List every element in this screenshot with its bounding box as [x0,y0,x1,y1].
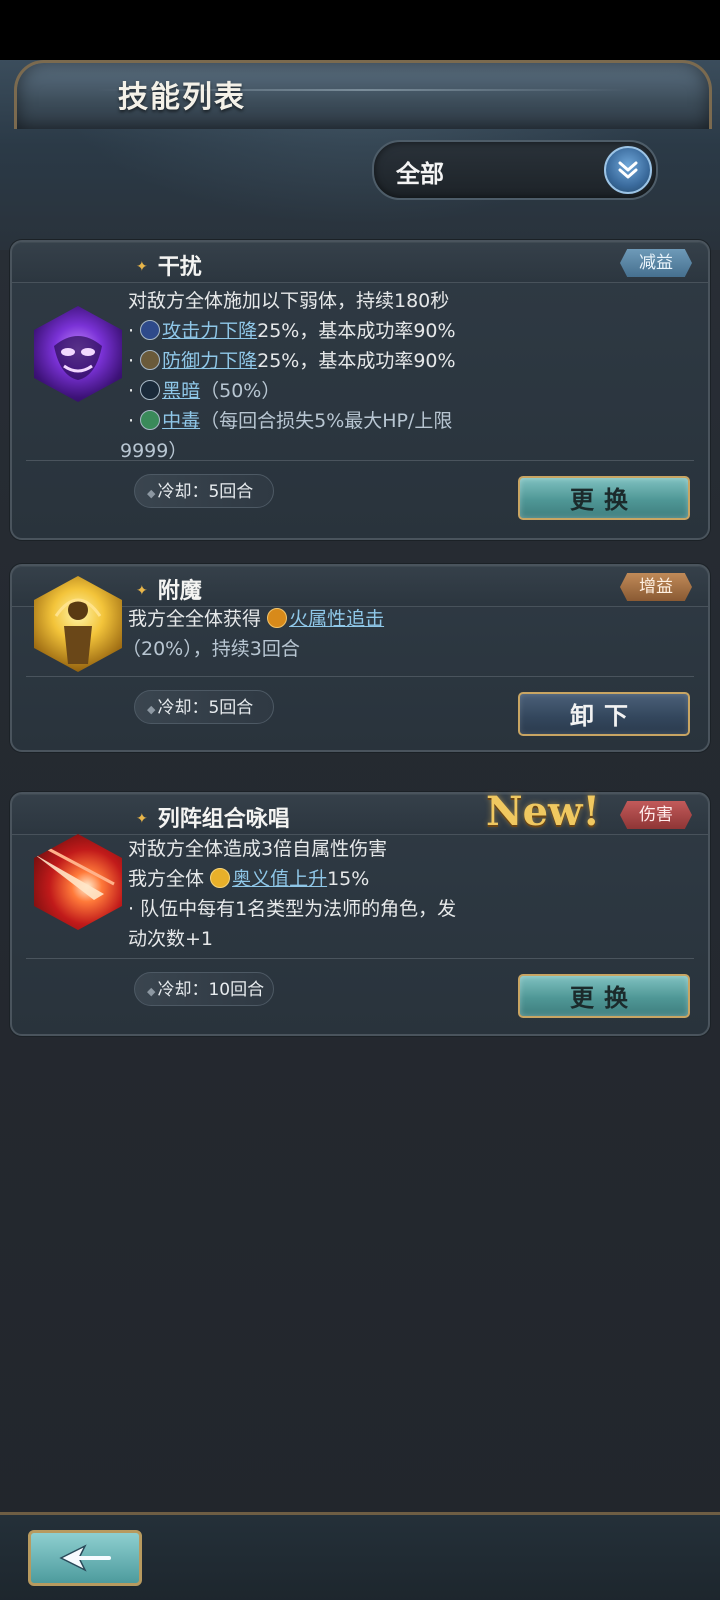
fire-chase-link[interactable]: 火属性追击 [289,608,384,630]
star-icon: ✦ [136,811,148,827]
skill-name: ✦ 干扰 [136,255,202,280]
filter-label: 全部 [396,160,444,188]
diamond-icon: ◆ [147,703,156,716]
divider [26,460,694,461]
status-bar [0,0,720,60]
skill-tag-damage: 伤害 [620,801,692,829]
red-explosion-hex-icon [34,834,122,930]
back-button[interactable] [28,1530,142,1586]
shield-down-icon [140,350,161,370]
skill-tag-debuff: 减益 [620,249,692,277]
filter-dropdown[interactable]: 全部 [372,140,658,200]
fire-chase-icon [267,608,288,628]
divider [26,958,694,959]
desc-line: 对敌方全体造成3倍自属性伤害 [128,838,388,860]
star-icon: ✦ [136,583,148,599]
cooldown-badge: ◆ 冷却：10回合 [134,972,274,1006]
replace-button[interactable]: 更换 [518,974,690,1018]
double-chevron-down-icon[interactable] [604,146,652,194]
skill-description: 我方全全体获得 火属性追击 （20%），持续3回合 [122,604,692,664]
poison-link[interactable]: 中毒 [162,410,200,432]
defense-down-link[interactable]: 防御力下降 [162,350,257,372]
poison-icon [140,410,161,430]
page-title: 技能列表 [118,80,246,115]
skill-card: ✦ 干扰 减益 对敌方全体施加以下弱体，持续180秒 · 攻击力下降25%，基本成… [10,240,710,540]
desc-line: 对敌方全体施加以下弱体，持续180秒 [128,290,450,312]
desc-line: （20%），持续3回合 [122,638,300,660]
skill-name: ✦ 列阵组合咏唱 [136,807,290,832]
new-badge: New! [486,788,601,835]
ougi-up-link[interactable]: 奥义值上升 [232,868,327,890]
attack-down-link[interactable]: 攻击力下降 [162,320,257,342]
desc-line: · 黑暗（50%） [128,380,281,402]
unequip-button[interactable]: 卸下 [518,692,690,736]
screen: 技能列表 全部 ✦ 干扰 减益 对敌方全体施加以下弱体，持续180秒 · 攻击力下… [0,0,720,1600]
sword-down-icon [140,320,161,340]
desc-line: · 中毒（每回合损失5%最大HP/上限 [128,410,453,432]
desc-line: 动次数+1 [128,928,214,950]
skill-card-header: ✦ 列阵组合咏唱 New! 伤害 [12,788,708,835]
skill-card: ✦ 列阵组合咏唱 New! 伤害 对敌方全体造成3倍自属性伤害 我方全体 奥义值上… [10,788,710,1036]
desc-line: 我方全全体获得 火属性追击 [128,608,385,630]
darkness-icon [140,380,161,400]
replace-button[interactable]: 更换 [518,476,690,520]
diamond-icon: ◆ [147,487,156,500]
desc-line: · 攻击力下降25%，基本成功率90% [128,320,456,342]
back-arrow-icon [59,1544,111,1572]
skill-description: 对敌方全体施加以下弱体，持续180秒 · 攻击力下降25%，基本成功率90% ·… [120,286,692,466]
desc-line: 9999） [120,440,188,462]
cooldown-badge: ◆ 冷却：5回合 [134,474,274,508]
desc-line: 我方全体 奥义值上升15% [128,868,370,890]
cooldown-badge: ◆ 冷却：5回合 [134,690,274,724]
skill-name: ✦ 附魔 [136,579,202,604]
desc-line: · 队伍中每有1名类型为法师的角色，发 [128,898,457,920]
diamond-icon: ◆ [147,985,156,998]
ougi-gauge-icon [210,868,231,888]
skill-tag-buff: 增益 [620,573,692,601]
skill-description: 对敌方全体造成3倍自属性伤害 我方全体 奥义值上升15% · 队伍中每有1名类型… [128,834,692,954]
purple-shadow-hex-icon [34,306,122,402]
skill-card-header: ✦ 干扰 减益 [12,242,708,283]
skill-card: ✦ 附魔 增益 我方全全体获得 火属性追击 （20%），持续3回合 ◆ 冷却：5回合… [10,564,710,752]
star-icon: ✦ [136,259,148,275]
darkness-link[interactable]: 黑暗 [162,380,200,402]
desc-line: · 防御力下降25%，基本成功率90% [128,350,456,372]
divider [26,676,694,677]
